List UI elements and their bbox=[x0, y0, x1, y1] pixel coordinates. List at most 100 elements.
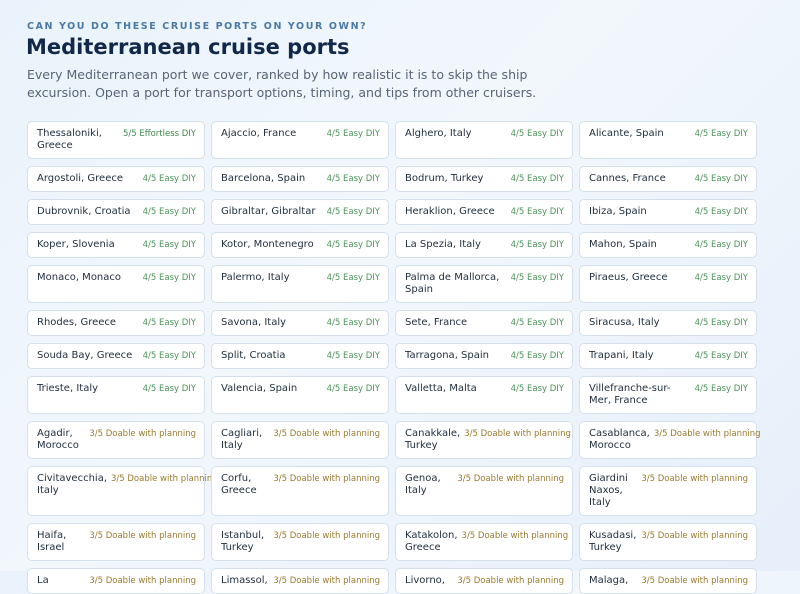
port-name: Valletta, Malta bbox=[405, 383, 477, 394]
port-card[interactable]: Alghero, Italy 4/5 Easy DIY bbox=[395, 121, 573, 159]
port-card[interactable]: Alicante, Spain 4/5 Easy DIY bbox=[579, 121, 757, 159]
port-card[interactable]: Thessaloniki, Greece 5/5 Effortless DIY bbox=[27, 121, 205, 159]
port-card[interactable]: Canakkale, Turkey 3/5 Doable with plannin… bbox=[395, 421, 573, 459]
port-name: Katakolon, Greece bbox=[405, 530, 458, 553]
port-name: Agadir, Morocco bbox=[37, 428, 79, 451]
port-name: Canakkale, Turkey bbox=[405, 428, 461, 451]
port-card[interactable]: Siracusa, Italy 4/5 Easy DIY bbox=[579, 310, 757, 336]
port-card[interactable]: Istanbul, Turkey 3/5 Doable with planning bbox=[211, 523, 389, 561]
port-name: Tarragona, Spain bbox=[405, 350, 489, 361]
difficulty-badge: 4/5 Easy DIY bbox=[326, 174, 380, 184]
port-name: Trieste, Italy bbox=[37, 383, 99, 394]
difficulty-badge: 4/5 Easy DIY bbox=[510, 240, 564, 250]
port-card[interactable]: Valencia, Spain 4/5 Easy DIY bbox=[211, 376, 389, 414]
difficulty-badge: 4/5 Easy DIY bbox=[694, 207, 748, 217]
port-card[interactable]: Rhodes, Greece 4/5 Easy DIY bbox=[27, 310, 205, 336]
port-name: Kotor, Montenegro bbox=[221, 239, 314, 250]
difficulty-badge: 4/5 Easy DIY bbox=[142, 174, 196, 184]
port-card[interactable]: Dubrovnik, Croatia 4/5 Easy DIY bbox=[27, 199, 205, 225]
difficulty-badge: 4/5 Easy DIY bbox=[142, 207, 196, 217]
port-card[interactable]: Koper, Slovenia 4/5 Easy DIY bbox=[27, 232, 205, 258]
port-card[interactable]: Palma de Mallorca, Spain 4/5 Easy DIY bbox=[395, 265, 573, 303]
difficulty-badge: 3/5 Doable with planning bbox=[653, 429, 761, 439]
port-name: Alicante, Spain bbox=[589, 128, 664, 139]
port-card[interactable]: Tarragona, Spain 4/5 Easy DIY bbox=[395, 343, 573, 369]
difficulty-badge: 3/5 Doable with planning bbox=[457, 474, 564, 484]
port-card[interactable]: Limassol, 3/5 Doable with planning bbox=[211, 568, 389, 594]
port-name: Argostoli, Greece bbox=[37, 173, 124, 184]
port-name: Alghero, Italy bbox=[405, 128, 472, 139]
port-name: Monaco, Monaco bbox=[37, 272, 122, 283]
port-card[interactable]: Bodrum, Turkey 4/5 Easy DIY bbox=[395, 166, 573, 192]
port-name: Palermo, Italy bbox=[221, 272, 290, 283]
difficulty-badge: 3/5 Doable with planning bbox=[641, 531, 748, 541]
difficulty-badge: 4/5 Easy DIY bbox=[142, 273, 196, 283]
port-card[interactable]: Genoa, Italy 3/5 Doable with planning bbox=[395, 466, 573, 516]
port-name: Haifa, Israel bbox=[37, 530, 67, 553]
port-name: Heraklion, Greece bbox=[405, 206, 495, 217]
port-card[interactable]: Cannes, France 4/5 Easy DIY bbox=[579, 166, 757, 192]
difficulty-badge: 4/5 Easy DIY bbox=[142, 240, 196, 250]
port-card[interactable]: Kotor, Montenegro 4/5 Easy DIY bbox=[211, 232, 389, 258]
port-card[interactable]: Giardini Naxos, Italy 3/5 Doable with pla… bbox=[579, 466, 757, 516]
port-card[interactable]: Cagliari, Italy 3/5 Doable with planning bbox=[211, 421, 389, 459]
port-card[interactable]: Mahon, Spain 4/5 Easy DIY bbox=[579, 232, 757, 258]
port-name: Trapani, Italy bbox=[589, 350, 654, 361]
port-name: Piraeus, Greece bbox=[589, 272, 668, 283]
port-card[interactable]: Trapani, Italy 4/5 Easy DIY bbox=[579, 343, 757, 369]
port-card[interactable]: Agadir, Morocco 3/5 Doable with planning bbox=[27, 421, 205, 459]
port-card[interactable]: Trieste, Italy 4/5 Easy DIY bbox=[27, 376, 205, 414]
difficulty-badge: 3/5 Doable with planning bbox=[641, 576, 748, 586]
port-card[interactable]: Civitavecchia, Italy 3/5 Doable with plan… bbox=[27, 466, 218, 516]
port-name: Cannes, France bbox=[589, 173, 666, 184]
difficulty-badge: 4/5 Easy DIY bbox=[326, 351, 380, 361]
difficulty-badge: 4/5 Easy DIY bbox=[694, 351, 748, 361]
port-card[interactable]: Villefranche-sur-Mer, France 4/5 Easy DIY bbox=[579, 376, 757, 414]
port-card[interactable]: Split, Croatia 4/5 Easy DIY bbox=[211, 343, 389, 369]
difficulty-badge: 3/5 Doable with planning bbox=[273, 531, 380, 541]
port-card[interactable]: Barcelona, Spain 4/5 Easy DIY bbox=[211, 166, 389, 192]
port-name: Ibiza, Spain bbox=[589, 206, 647, 217]
port-name: Villefranche-sur-Mer, France bbox=[589, 383, 671, 406]
eyebrow: CAN YOU DO THESE CRUISE PORTS ON YOUR OW… bbox=[27, 21, 368, 32]
port-card[interactable]: Souda Bay, Greece 4/5 Easy DIY bbox=[27, 343, 205, 369]
port-name: Bodrum, Turkey bbox=[405, 173, 484, 184]
page-title: Mediterranean cruise ports bbox=[26, 35, 350, 59]
port-card[interactable]: Palermo, Italy 4/5 Easy DIY bbox=[211, 265, 389, 303]
difficulty-badge: 3/5 Doable with planning bbox=[89, 531, 196, 541]
port-card[interactable]: Piraeus, Greece 4/5 Easy DIY bbox=[579, 265, 757, 303]
port-card[interactable]: Kusadasi, Turkey 3/5 Doable with planning bbox=[579, 523, 757, 561]
difficulty-badge: 3/5 Doable with planning bbox=[111, 474, 218, 484]
port-card[interactable]: Ibiza, Spain 4/5 Easy DIY bbox=[579, 199, 757, 225]
port-name: Kusadasi, Turkey bbox=[589, 530, 637, 553]
port-card[interactable]: Ajaccio, France 4/5 Easy DIY bbox=[211, 121, 389, 159]
difficulty-badge: 3/5 Doable with planning bbox=[89, 429, 196, 439]
port-card[interactable]: Corfu, Greece 3/5 Doable with planning bbox=[211, 466, 389, 516]
port-card[interactable]: Savona, Italy 4/5 Easy DIY bbox=[211, 310, 389, 336]
difficulty-badge: 4/5 Easy DIY bbox=[510, 207, 564, 217]
port-card[interactable]: La 3/5 Doable with planning bbox=[27, 568, 205, 594]
page-description: Every Mediterranean port we cover, ranke… bbox=[27, 67, 537, 100]
port-name: Barcelona, Spain bbox=[221, 173, 306, 184]
port-name: Thessaloniki, Greece bbox=[37, 128, 102, 151]
port-card[interactable]: Valletta, Malta 4/5 Easy DIY bbox=[395, 376, 573, 414]
port-card[interactable]: Livorno, 3/5 Doable with planning bbox=[395, 568, 573, 594]
port-card[interactable]: Heraklion, Greece 4/5 Easy DIY bbox=[395, 199, 573, 225]
port-card[interactable]: Sete, France 4/5 Easy DIY bbox=[395, 310, 573, 336]
port-name: Casablanca, Morocco bbox=[589, 428, 650, 451]
port-card[interactable]: Gibraltar, Gibraltar 4/5 Easy DIY bbox=[211, 199, 389, 225]
port-card[interactable]: Monaco, Monaco 4/5 Easy DIY bbox=[27, 265, 205, 303]
port-card[interactable]: Argostoli, Greece 4/5 Easy DIY bbox=[27, 166, 205, 192]
difficulty-badge: 3/5 Doable with planning bbox=[464, 429, 571, 439]
port-card[interactable]: Haifa, Israel 3/5 Doable with planning bbox=[27, 523, 205, 561]
difficulty-badge: 4/5 Easy DIY bbox=[694, 273, 748, 283]
port-card[interactable]: Katakolon, Greece 3/5 Doable with plannin… bbox=[395, 523, 573, 561]
port-card[interactable]: Casablanca, Morocco 3/5 Doable with plann… bbox=[579, 421, 761, 459]
difficulty-badge: 4/5 Easy DIY bbox=[694, 174, 748, 184]
difficulty-badge: 4/5 Easy DIY bbox=[510, 174, 564, 184]
port-name: Savona, Italy bbox=[221, 317, 287, 328]
difficulty-badge: 3/5 Doable with planning bbox=[273, 474, 380, 484]
port-card[interactable]: La Spezia, Italy 4/5 Easy DIY bbox=[395, 232, 573, 258]
port-card[interactable]: Malaga, 3/5 Doable with planning bbox=[579, 568, 757, 594]
port-name: Gibraltar, Gibraltar bbox=[221, 206, 316, 217]
